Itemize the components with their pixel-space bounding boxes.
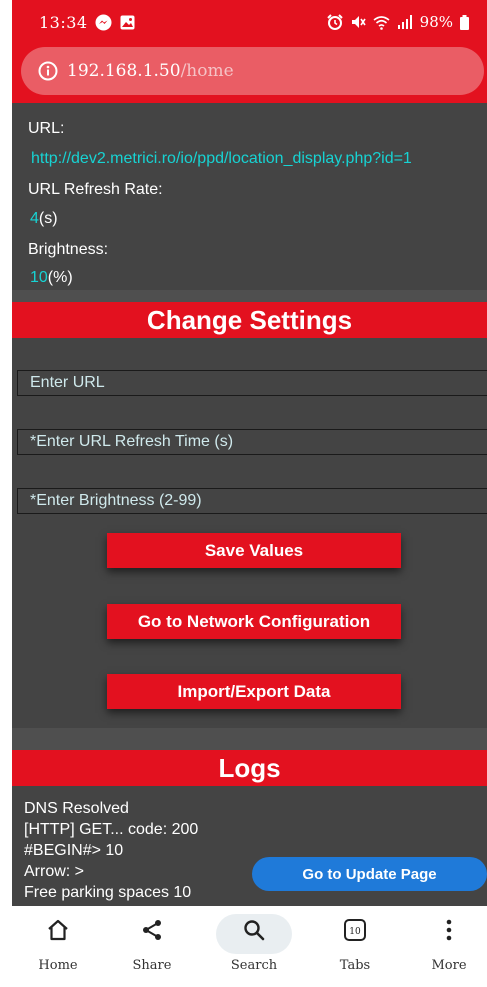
nav-share[interactable]: Share xyxy=(117,906,187,987)
import-export-button[interactable]: Import/Export Data xyxy=(107,674,401,709)
refresh-unit: (s) xyxy=(38,210,58,227)
brightness-label: Brightness: xyxy=(28,241,109,258)
address-bar[interactable]: 192.168.1.50/home xyxy=(21,47,484,95)
logs-title: Logs xyxy=(12,750,487,786)
divider-band xyxy=(12,290,487,302)
wifi-icon xyxy=(373,15,390,30)
gallery-icon xyxy=(120,15,135,30)
tabs-count: 10 xyxy=(349,927,361,937)
battery-icon xyxy=(460,14,469,30)
nav-share-label: Share xyxy=(132,958,172,973)
nav-more[interactable]: More xyxy=(414,906,484,987)
nav-home[interactable]: Home xyxy=(23,906,93,987)
current-settings: URL: http://dev2.metrici.ro/io/ppd/locat… xyxy=(12,103,487,290)
tabs-icon: 10 xyxy=(344,919,366,941)
refresh-value: 4 xyxy=(30,210,39,227)
save-values-button[interactable]: Save Values xyxy=(107,533,401,568)
nav-search[interactable]: Search xyxy=(219,906,289,987)
log-line: Free parking spaces 10 xyxy=(24,884,192,901)
more-icon xyxy=(446,919,452,941)
log-line: #BEGIN#> 10 xyxy=(24,842,124,859)
log-line: [HTTP] GET... code: 200 xyxy=(24,821,199,838)
signal-icon xyxy=(397,15,412,29)
brightness-input[interactable] xyxy=(17,488,487,514)
nav-more-label: More xyxy=(431,958,467,973)
brightness-unit: (%) xyxy=(47,269,73,286)
settings-form: Save Values Go to Network Configuration … xyxy=(12,338,487,728)
update-page-button[interactable]: Go to Update Page xyxy=(252,857,487,891)
brightness-readout: 10(%) xyxy=(30,269,73,287)
refresh-time-input[interactable] xyxy=(17,429,487,455)
brightness-value: 10 xyxy=(30,269,48,286)
nav-search-label: Search xyxy=(230,958,278,973)
messenger-icon xyxy=(95,14,112,31)
nav-tabs-label: Tabs xyxy=(339,958,371,973)
status-time: 13:34 xyxy=(39,13,88,32)
log-line: Arrow: > xyxy=(24,863,85,880)
status-bar: 13:34 98% xyxy=(12,0,487,44)
url-path: /home xyxy=(180,61,234,81)
alarm-icon xyxy=(326,14,343,30)
change-settings-title: Change Settings xyxy=(12,302,487,338)
log-line: DNS Resolved xyxy=(24,800,129,817)
nav-tabs[interactable]: 10 Tabs xyxy=(320,906,390,987)
web-page: 13:34 98% 192.168.1.50/home URL: http://… xyxy=(12,0,487,906)
refresh-label: URL Refresh Rate: xyxy=(28,181,163,198)
url-input[interactable] xyxy=(17,370,487,396)
refresh-rate: 4(s) xyxy=(30,210,58,228)
url-value: http://dev2.metrici.ro/io/ppd/location_d… xyxy=(31,150,412,167)
network-config-button[interactable]: Go to Network Configuration xyxy=(107,604,401,639)
info-icon[interactable] xyxy=(38,61,58,81)
home-icon xyxy=(48,919,68,941)
battery-percent: 98% xyxy=(419,13,453,31)
search-icon xyxy=(244,920,265,941)
divider-band xyxy=(12,728,487,750)
nav-home-label: Home xyxy=(38,958,78,973)
share-icon xyxy=(143,920,161,940)
mute-icon xyxy=(351,16,366,28)
browser-bottom-nav: Home Share Search 10 Tabs More xyxy=(0,906,487,987)
address-text: 192.168.1.50/home xyxy=(67,61,234,81)
url-label: URL: xyxy=(28,120,65,137)
url-host: 192.168.1.50 xyxy=(67,61,181,81)
browser-header: 13:34 98% 192.168.1.50/home xyxy=(12,0,487,103)
